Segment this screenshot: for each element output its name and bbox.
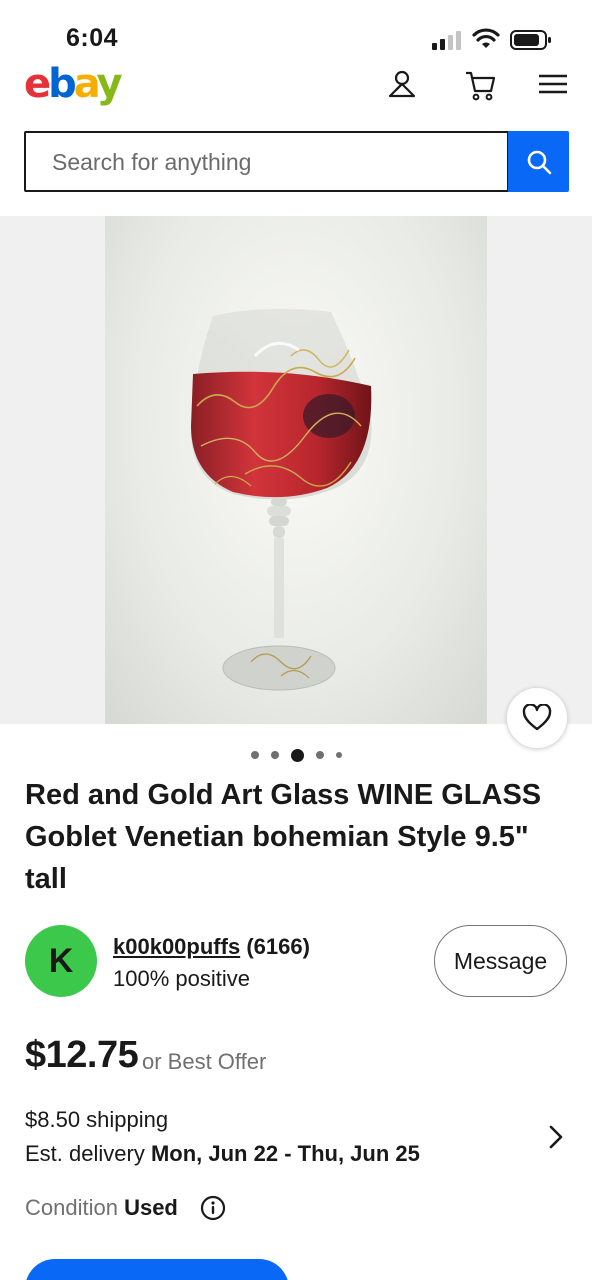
seller-avatar[interactable]: K	[25, 925, 97, 997]
shipping-cost: $8.50 shipping	[25, 1107, 169, 1132]
item-condition: Condition Used	[25, 1195, 178, 1221]
delivery-label: Est. delivery	[25, 1141, 145, 1166]
signal-icon	[432, 31, 461, 50]
search-input[interactable]: Search for anything	[24, 131, 509, 192]
seller-name-link[interactable]: k00k00puffs	[113, 934, 240, 959]
menu-icon[interactable]	[536, 68, 570, 102]
gallery-pagination[interactable]	[0, 746, 592, 764]
condition-label: Condition	[25, 1195, 118, 1220]
chevron-right-icon[interactable]	[546, 1123, 566, 1151]
battery-icon	[510, 30, 551, 50]
status-bar: 6:04	[0, 0, 592, 62]
gallery-dot[interactable]	[270, 751, 279, 759]
search-button[interactable]	[508, 131, 569, 192]
condition-value: Used	[124, 1195, 178, 1220]
wifi-icon	[472, 28, 500, 48]
delivery-range: Mon, Jun 22 - Thu, Jun 25	[150, 1141, 420, 1166]
seller-rating-count: (6166)	[246, 934, 310, 959]
ebay-logo[interactable]: ebay	[24, 62, 123, 106]
buy-it-now-button[interactable]	[25, 1259, 289, 1280]
account-icon[interactable]	[386, 68, 420, 102]
item-price: $12.75	[25, 1034, 139, 1076]
message-button[interactable]: Message	[434, 925, 567, 997]
gallery-dot[interactable]	[315, 751, 324, 759]
site-header: ebay	[0, 62, 592, 112]
wine-glass-image	[190, 308, 372, 691]
product-photo[interactable]	[105, 216, 487, 724]
best-offer-text: or Best Offer	[142, 1049, 267, 1074]
gallery-dot[interactable]	[250, 751, 259, 759]
seller-feedback: 100% positive	[113, 966, 250, 991]
gallery-dot[interactable]	[335, 752, 342, 758]
status-time: 6:04	[66, 24, 119, 52]
gallery-dot[interactable]	[290, 748, 304, 762]
cart-icon[interactable]	[464, 68, 498, 102]
info-icon[interactable]	[200, 1195, 226, 1221]
image-gallery[interactable]	[0, 216, 592, 724]
favorite-button[interactable]	[506, 687, 568, 749]
listing-title: Red and Gold Art Glass WINE GLASS Goblet…	[25, 779, 542, 895]
seller-info: k00k00puffs (6166)	[113, 934, 310, 960]
search-icon	[527, 150, 551, 174]
heart-icon	[522, 704, 552, 731]
estimated-delivery: Est. delivery Mon, Jun 22 - Thu, Jun 25	[25, 1141, 420, 1167]
search-bar: Search for anything	[24, 131, 569, 192]
